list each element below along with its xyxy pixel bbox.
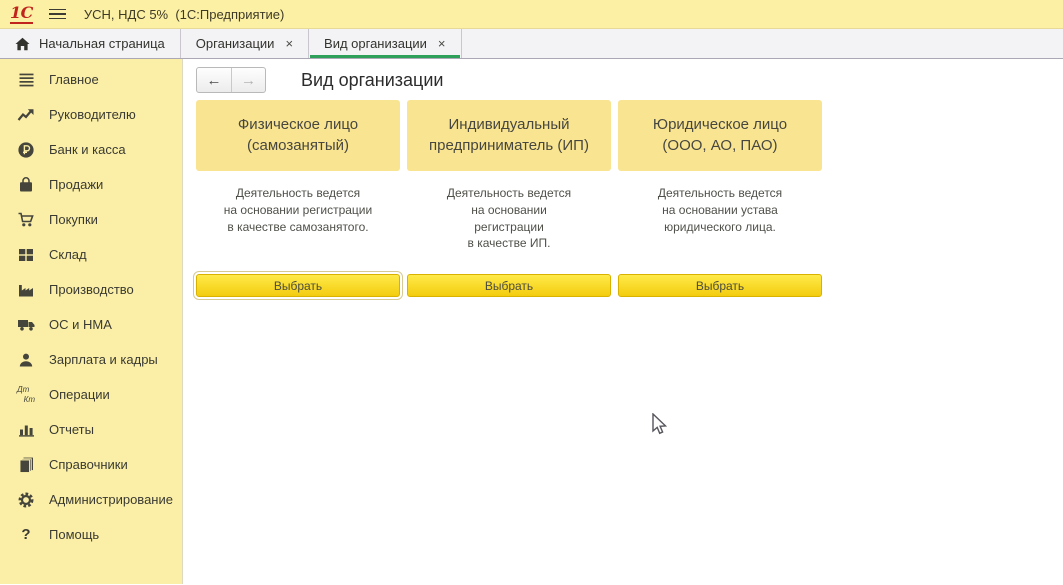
- sidebar-item-label: ОС и НМА: [49, 317, 112, 332]
- sidebar-item-production[interactable]: Производство: [0, 272, 182, 307]
- sidebar-item-catalogs[interactable]: Справочники: [0, 447, 182, 482]
- tab-organizations[interactable]: Организации ×: [181, 29, 309, 58]
- sidebar-item-label: Банк и касса: [49, 142, 126, 157]
- card-description: Деятельность ведется на основании регист…: [407, 171, 611, 274]
- card-title: Юридическое лицо (ООО, АО, ПАО): [618, 100, 822, 171]
- card-individual-entrepreneur: Индивидуальный предприниматель (ИП) Деят…: [407, 100, 611, 297]
- tab-label: Вид организации: [324, 36, 427, 51]
- main-menu-icon[interactable]: [49, 9, 66, 20]
- back-button[interactable]: ←: [197, 68, 231, 92]
- bar-chart-icon: [16, 422, 36, 437]
- sidebar-item-manager[interactable]: Руководителю: [0, 97, 182, 132]
- sidebar-item-sales[interactable]: Продажи: [0, 167, 182, 202]
- card-legal-entity: Юридическое лицо (ООО, АО, ПАО) Деятельн…: [618, 100, 822, 297]
- debit-credit-icon: ДтКт: [16, 386, 36, 403]
- card-description: Деятельность ведется на основании устава…: [618, 171, 822, 274]
- shopping-bag-icon: [16, 176, 36, 194]
- main-content: ← → Вид организации Физическое лицо (сам…: [183, 59, 1063, 584]
- sidebar-item-main[interactable]: Главное: [0, 62, 182, 97]
- close-icon[interactable]: ×: [285, 36, 293, 51]
- shopping-cart-icon: [16, 211, 36, 228]
- title-bar: 1С УСН, НДС 5% (1С:Предприятие): [0, 0, 1063, 29]
- sidebar-item-label: Главное: [49, 72, 99, 87]
- sidebar-item-fixed-assets[interactable]: ОС и НМА: [0, 307, 182, 342]
- sidebar-item-label: Отчеты: [49, 422, 94, 437]
- person-icon: [16, 352, 36, 368]
- page-title: Вид организации: [301, 70, 443, 91]
- card-title: Физическое лицо (самозанятый): [196, 100, 400, 171]
- sidebar-item-label: Руководителю: [49, 107, 136, 122]
- choose-legal-entity-button[interactable]: Выбрать: [618, 274, 822, 297]
- sidebar-item-operations[interactable]: ДтКт Операции: [0, 377, 182, 412]
- factory-icon: [16, 282, 36, 298]
- trend-up-icon: [16, 107, 36, 123]
- card-description: Деятельность ведется на основании регист…: [196, 171, 400, 274]
- choose-entrepreneur-button[interactable]: Выбрать: [407, 274, 611, 297]
- tab-label: Организации: [196, 36, 275, 51]
- sidebar-item-help[interactable]: ? Помощь: [0, 517, 182, 552]
- 1c-logo: 1С: [10, 5, 33, 24]
- ruble-circle-icon: [16, 141, 36, 159]
- tab-label: Начальная страница: [39, 36, 165, 51]
- history-nav: ← →: [196, 67, 266, 93]
- sidebar-item-label: Зарплата и кадры: [49, 352, 158, 367]
- card-individual-self-employed: Физическое лицо (самозанятый) Деятельнос…: [196, 100, 400, 297]
- sidebar-item-reports[interactable]: Отчеты: [0, 412, 182, 447]
- home-icon: [15, 37, 30, 51]
- gear-icon: [16, 491, 36, 509]
- sidebar-item-label: Производство: [49, 282, 134, 297]
- question-icon: ?: [16, 526, 36, 543]
- forward-button[interactable]: →: [231, 68, 265, 92]
- sidebar: Главное Руководителю Банк и касса Продаж…: [0, 59, 183, 584]
- close-icon[interactable]: ×: [438, 36, 446, 51]
- menu-lines-icon: [16, 71, 36, 88]
- choose-self-employed-button[interactable]: Выбрать: [196, 274, 400, 297]
- sidebar-item-payroll-hr[interactable]: Зарплата и кадры: [0, 342, 182, 377]
- truck-icon: [16, 317, 36, 332]
- sidebar-item-label: Администрирование: [49, 492, 173, 507]
- sidebar-item-bank-cash[interactable]: Банк и касса: [0, 132, 182, 167]
- warehouse-icon: [16, 247, 36, 263]
- sidebar-item-label: Склад: [49, 247, 87, 262]
- sidebar-item-label: Помощь: [49, 527, 99, 542]
- tab-bar: Начальная страница Организации × Вид орг…: [0, 29, 1063, 59]
- sidebar-item-warehouse[interactable]: Склад: [0, 237, 182, 272]
- tab-home[interactable]: Начальная страница: [0, 29, 181, 58]
- sidebar-item-label: Операции: [49, 387, 110, 402]
- window-title: УСН, НДС 5% (1С:Предприятие): [84, 7, 284, 22]
- organization-kind-cards: Физическое лицо (самозанятый) Деятельнос…: [196, 100, 1063, 297]
- card-title: Индивидуальный предприниматель (ИП): [407, 100, 611, 171]
- sidebar-item-label: Справочники: [49, 457, 128, 472]
- sidebar-item-purchases[interactable]: Покупки: [0, 202, 182, 237]
- sidebar-item-administration[interactable]: Администрирование: [0, 482, 182, 517]
- sidebar-item-label: Продажи: [49, 177, 103, 192]
- sidebar-item-label: Покупки: [49, 212, 98, 227]
- books-icon: [16, 456, 36, 473]
- tab-organization-kind[interactable]: Вид организации ×: [309, 29, 461, 58]
